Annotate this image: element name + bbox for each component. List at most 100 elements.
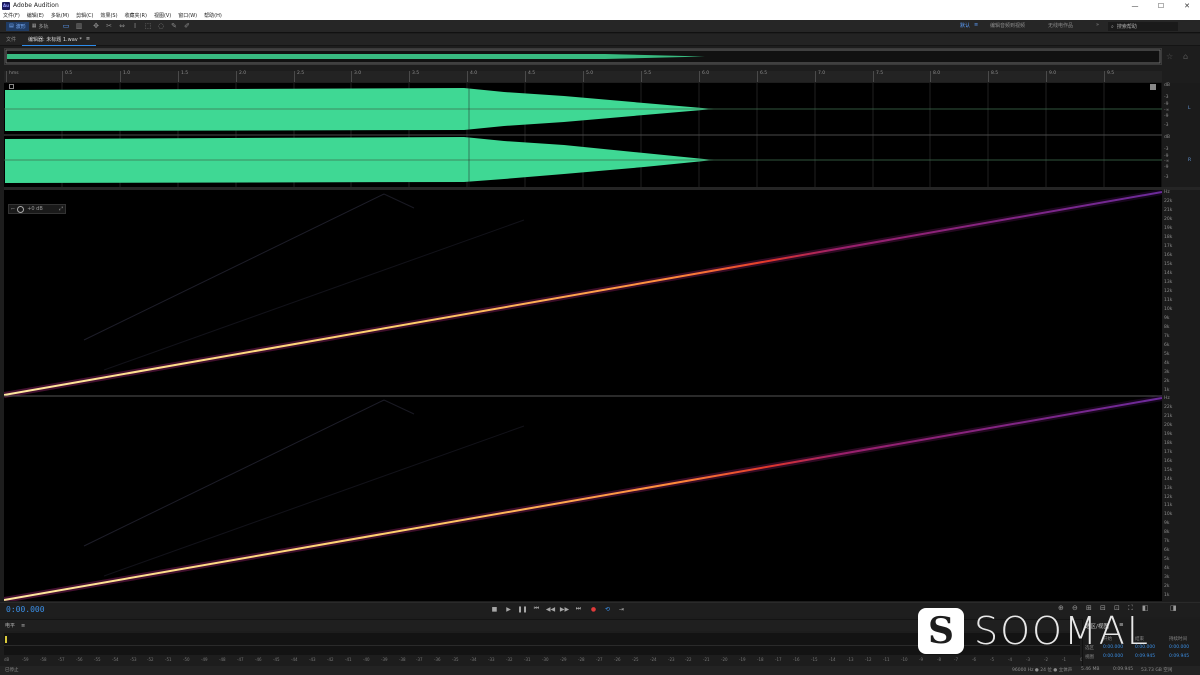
ruler-tick: 5.0 [583, 71, 593, 82]
overview-navigator[interactable] [4, 48, 1162, 65]
menu-favorites[interactable]: 收藏夹(R) [125, 12, 147, 19]
lasso-tool-icon[interactable]: ◌ [157, 22, 166, 31]
time-ruler[interactable]: hms 0.5 1.0 1.5 2.0 2.5 3.0 3.5 4.0 4.5 5.0 5.5 6.0… [4, 71, 1162, 82]
waveform-display[interactable] [4, 83, 1162, 187]
ruler-tick: 2.0 [236, 71, 246, 82]
hz-lower-tick: 3k [1164, 575, 1170, 580]
menu-help[interactable]: 帮助(H) [204, 12, 222, 19]
loop-button[interactable]: ⟲ [602, 604, 613, 614]
menu-edit[interactable]: 编辑(E) [27, 12, 44, 19]
more-workspaces-button[interactable]: » [1096, 22, 1099, 28]
meter-scale-tick: -40 [363, 657, 370, 662]
minimize-button[interactable]: — [1122, 0, 1148, 11]
waveform-view-button[interactable]: ▤ 波形 [6, 21, 29, 31]
maximize-button[interactable]: ☐ [1148, 0, 1174, 11]
waveform-canvas [4, 83, 1162, 187]
pause-button[interactable]: ❚❚ [517, 604, 528, 614]
overview-waveform [5, 49, 1161, 64]
ruler-tick: 7.5 [873, 71, 883, 82]
db-tick: -9 [1164, 102, 1169, 107]
overview-settings-icon[interactable]: ⌂ [1183, 52, 1188, 61]
status-duration: 0:09.945 [1113, 667, 1134, 672]
menu-effects[interactable]: 效果(S) [100, 12, 117, 19]
brush-tool-icon[interactable]: ✎ [170, 22, 179, 31]
time-selection-tool-icon[interactable]: I [131, 22, 140, 31]
hz-lower-tick: 2k [1164, 584, 1170, 589]
ruler-tick: 3.0 [351, 71, 361, 82]
hz-lower-tick: 20k [1164, 423, 1173, 428]
record-button[interactable]: ● [588, 604, 599, 614]
play-button[interactable]: ▶ [503, 604, 514, 614]
meter-scale-tick: -27 [596, 657, 603, 662]
channel-l-label[interactable]: L [1188, 106, 1191, 111]
meter-scale-tick: -52 [147, 657, 154, 662]
move-tool-icon[interactable]: ✥ [92, 22, 101, 31]
meter-scale-tick: -59 [22, 657, 29, 662]
channel-r-label[interactable]: R [1188, 158, 1191, 163]
menu-multitrack[interactable]: 多轨(M) [51, 12, 69, 19]
meter-scale-tick: -5 [990, 657, 994, 662]
hz-upper-tick: 13k [1164, 280, 1173, 285]
meter-scale-tick: -42 [327, 657, 334, 662]
meter-scale-tick: -45 [273, 657, 280, 662]
spectral-display-icon[interactable]: ▥ [75, 22, 84, 31]
spot-healing-tool-icon[interactable]: ✐ [183, 22, 192, 31]
menu-view[interactable]: 视图(V) [154, 12, 171, 19]
slip-tool-icon[interactable]: ⇔ [118, 22, 127, 31]
workspace-menu-icon[interactable]: ≡ [974, 22, 978, 28]
tab-files[interactable]: 文件 [0, 34, 22, 46]
ruler-unit: hms [6, 71, 19, 82]
view-duration[interactable]: 0:09.945 [1169, 654, 1189, 659]
stop-button[interactable]: ■ [489, 604, 500, 614]
level-panel-menu-icon[interactable]: ≡ [21, 623, 25, 629]
fast-forward-button[interactable]: ▶▶ [559, 604, 570, 614]
rewind-button[interactable]: ◀◀ [545, 604, 556, 614]
selection-duration[interactable]: 0:00.000 [1169, 645, 1189, 650]
meter-scale-tick: -47 [237, 657, 244, 662]
hud-gain-control[interactable]: ⌐ +0 dB ⤢ [8, 204, 66, 214]
spectral-display[interactable]: ⌐ +0 dB ⤢ [4, 190, 1162, 601]
amplitude-scale: dB -3 -9 -∞ -9 -3 L dB -3 -9 -∞ -9 -3 R [1162, 83, 1200, 187]
meter-scale-tick: -31 [524, 657, 531, 662]
hz-lower-tick: 19k [1164, 432, 1173, 437]
waveform-display-icon[interactable]: ▭ [62, 22, 71, 31]
marquee-tool-icon[interactable]: ⬚ [144, 22, 153, 31]
go-to-end-button[interactable]: ⏭ [573, 604, 584, 614]
zoom-star-icon[interactable]: ☆ [1166, 52, 1173, 61]
hud-icon[interactable] [1150, 84, 1156, 90]
hz-lower-tick: 1k [1164, 593, 1170, 598]
menu-clip[interactable]: 剪辑(C) [76, 12, 93, 19]
menu-window[interactable]: 窗口(W) [178, 12, 197, 19]
hud-pin-icon[interactable]: ⤢ [59, 206, 63, 212]
razor-tool-icon[interactable]: ✂ [105, 22, 114, 31]
ruler-tick: 8.5 [988, 71, 998, 82]
skip-button[interactable]: ⇥ [616, 604, 627, 614]
zoom-right-icon[interactable]: ◨ [1170, 604, 1177, 612]
close-button[interactable]: ✕ [1174, 0, 1200, 11]
gain-knob-icon[interactable] [17, 205, 25, 213]
meter-scale-tick: -29 [560, 657, 567, 662]
go-to-start-button[interactable]: ⏮ [531, 604, 542, 614]
level-panel-title[interactable]: 电平 [5, 622, 15, 629]
search-help-field[interactable]: ⌕ 搜索帮助 [1108, 22, 1178, 31]
db-tick: -∞ [1164, 159, 1170, 164]
meter-scale-tick: -15 [811, 657, 818, 662]
menu-file[interactable]: 文件(F) [3, 12, 20, 19]
tab-menu-icon[interactable]: ≡ [86, 36, 90, 42]
hz-upper-tick: 15k [1164, 262, 1173, 267]
hz-upper-tick: 7k [1164, 334, 1170, 339]
workspace-edit-audio[interactable]: 编辑音频到视频 [990, 22, 1025, 29]
hz-lower-tick: 9k [1164, 521, 1170, 526]
channel-l-toggle-icon[interactable] [9, 84, 14, 89]
current-time-display[interactable]: 0:00.000 [6, 605, 45, 614]
workspace-default[interactable]: 默认 [960, 22, 970, 29]
panel-tabs: 文件 编辑器: 未标题 1.wav * ≡ [0, 34, 1200, 46]
status-format: 96000 Hz ● 24 位 ● 立体声 [1012, 668, 1073, 673]
workspace-radio[interactable]: 无线电作品 [1048, 22, 1073, 29]
ruler-tick: 4.5 [525, 71, 535, 82]
hz-upper-tick: 8k [1164, 325, 1170, 330]
hz-upper-tick: 11k [1164, 298, 1173, 303]
multitrack-view-button[interactable]: ▦ 多轨 [29, 22, 52, 31]
ruler-tick: 4.0 [467, 71, 477, 82]
tab-editor[interactable]: 编辑器: 未标题 1.wav * ≡ [22, 34, 97, 46]
